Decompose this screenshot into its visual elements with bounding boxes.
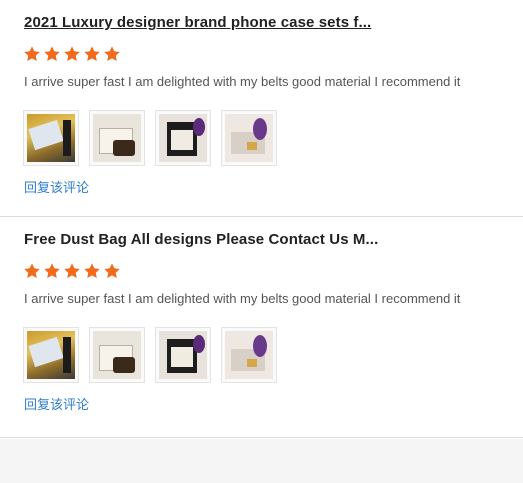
star-icon <box>103 262 121 280</box>
review-image-thumbnail[interactable] <box>23 110 79 166</box>
review-image-thumbnail[interactable] <box>221 327 277 383</box>
review-image-thumbnail[interactable] <box>221 110 277 166</box>
star-icon <box>23 262 41 280</box>
review-images <box>23 110 277 166</box>
review-text: I arrive super fast I am delighted with … <box>24 74 461 89</box>
review-text: I arrive super fast I am delighted with … <box>24 291 461 306</box>
review-image-thumbnail[interactable] <box>89 327 145 383</box>
rating-stars <box>23 45 121 63</box>
reply-link[interactable]: 回复该评论 <box>24 394 89 413</box>
star-icon <box>83 45 101 63</box>
star-icon <box>63 262 81 280</box>
page-footer-background <box>0 439 523 483</box>
star-icon <box>103 45 121 63</box>
review-image-thumbnail[interactable] <box>89 110 145 166</box>
review-image-thumbnail[interactable] <box>23 327 79 383</box>
review-images <box>23 327 277 383</box>
star-icon <box>43 45 61 63</box>
review-item: 2021 Luxury designer brand phone case se… <box>0 0 523 217</box>
review-product-title-link[interactable]: Free Dust Bag All designs Please Contact… <box>24 231 378 248</box>
reply-link[interactable]: 回复该评论 <box>24 177 89 196</box>
star-icon <box>23 45 41 63</box>
star-icon <box>83 262 101 280</box>
review-image-thumbnail[interactable] <box>155 327 211 383</box>
review-product-title-link[interactable]: 2021 Luxury designer brand phone case se… <box>24 14 371 31</box>
review-item: Free Dust Bag All designs Please Contact… <box>0 217 523 438</box>
star-icon <box>63 45 81 63</box>
rating-stars <box>23 262 121 280</box>
star-icon <box>43 262 61 280</box>
review-image-thumbnail[interactable] <box>155 110 211 166</box>
